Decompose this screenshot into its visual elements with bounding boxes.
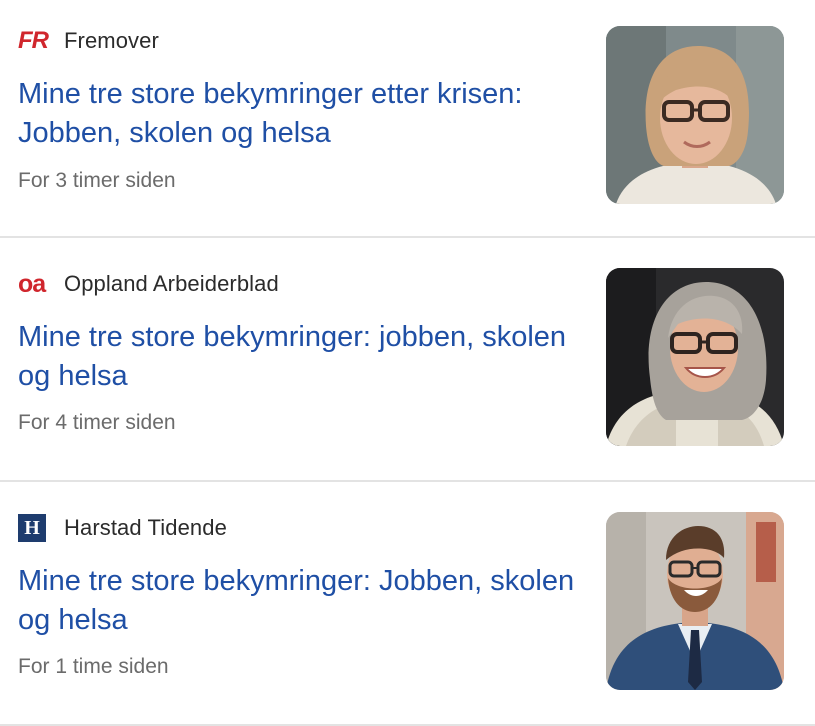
portrait-woman-grey-hair-icon: [606, 268, 784, 446]
news-feed: FR Fremover Mine tre store bekymringer e…: [0, 0, 815, 726]
news-card[interactable]: FR Fremover Mine tre store bekymringer e…: [0, 0, 815, 236]
article-headline[interactable]: Mine tre store bekymringer: Jobben, skol…: [18, 562, 578, 640]
article-thumbnail[interactable]: [606, 268, 784, 446]
article-timestamp: For 4 timer siden: [18, 411, 176, 434]
harstad-tidende-logo-icon: H: [18, 513, 50, 543]
source-row: H Harstad Tidende: [18, 513, 227, 543]
fremover-logo-icon: FR: [18, 27, 49, 54]
news-card[interactable]: H Harstad Tidende Mine tre store bekymri…: [0, 482, 815, 724]
news-card[interactable]: oa Oppland Arbeiderblad Mine tre store b…: [0, 238, 815, 480]
article-thumbnail[interactable]: [606, 26, 784, 204]
source-row: FR Fremover: [18, 26, 159, 56]
portrait-man-suit-icon: [606, 512, 784, 690]
source-name[interactable]: Harstad Tidende: [64, 515, 227, 541]
article-headline[interactable]: Mine tre store bekymringer: jobben, skol…: [18, 318, 578, 396]
portrait-woman-glasses-icon: [606, 26, 784, 204]
source-name[interactable]: Oppland Arbeiderblad: [64, 271, 279, 297]
article-timestamp: For 1 time siden: [18, 655, 169, 678]
oppland-arbeiderblad-logo-icon: oa: [18, 269, 46, 298]
source-name[interactable]: Fremover: [64, 28, 159, 54]
article-headline[interactable]: Mine tre store bekymringer etter krisen:…: [18, 75, 578, 153]
article-thumbnail[interactable]: [606, 512, 784, 690]
article-timestamp: For 3 timer siden: [18, 169, 176, 192]
source-row: oa Oppland Arbeiderblad: [18, 269, 279, 299]
